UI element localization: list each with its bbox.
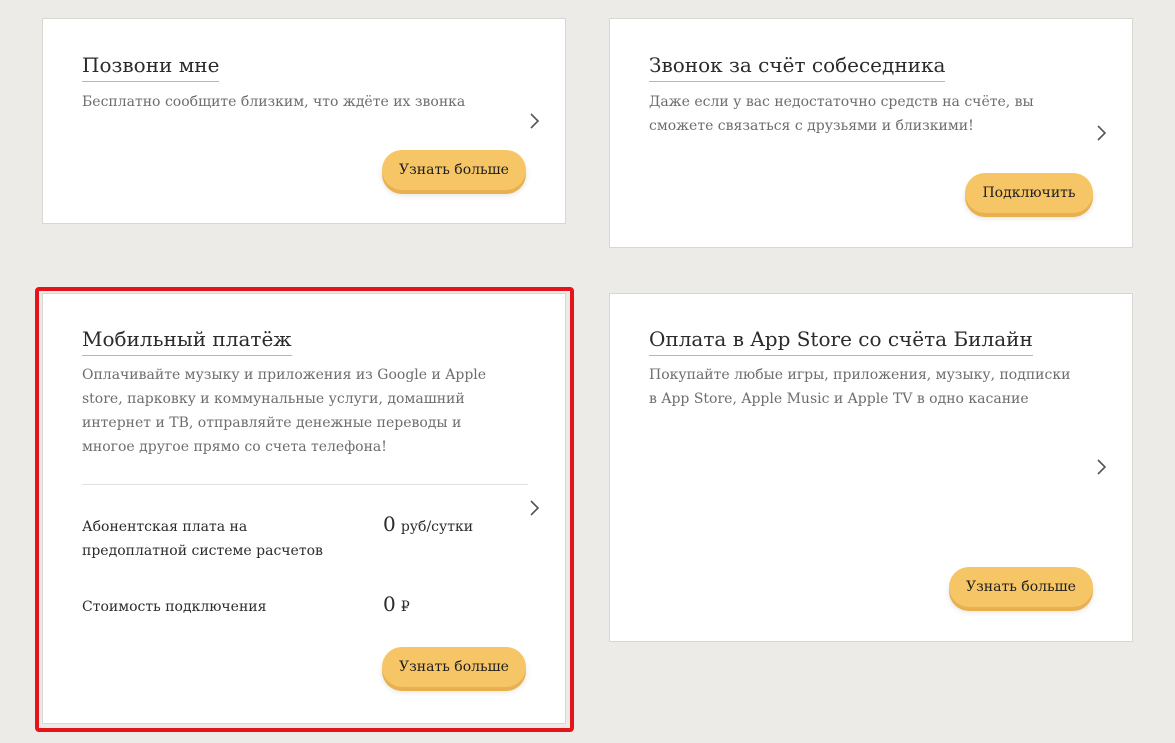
chevron-right-icon[interactable] <box>528 113 540 129</box>
card-description: Даже если у вас недостаточно средств на … <box>649 94 1034 134</box>
card-collect-call[interactable]: Звонок за счёт собеседника Даже если у в… <box>609 18 1133 248</box>
learn-more-button[interactable]: Узнать больше <box>382 150 526 190</box>
connect-button[interactable]: Подключить <box>965 173 1093 213</box>
card-description: Покупайте любые игры, приложения, музыку… <box>649 367 1071 407</box>
chevron-right-icon[interactable] <box>1095 125 1107 141</box>
card-title[interactable]: Звонок за счёт собеседника <box>649 52 946 82</box>
card-call-me[interactable]: Позвони мне Бесплатно сообщите близким, … <box>42 18 566 224</box>
chevron-right-icon[interactable] <box>1095 459 1107 475</box>
card-title[interactable]: Оплата в App Store со счёта Билайн <box>649 326 1033 356</box>
highlight-frame <box>35 287 574 732</box>
learn-more-button[interactable]: Узнать больше <box>949 567 1093 607</box>
card-app-store-payment[interactable]: Оплата в App Store со счёта Билайн Покуп… <box>609 293 1133 642</box>
card-title[interactable]: Позвони мне <box>82 52 220 82</box>
card-description: Бесплатно сообщите близким, что ждёте их… <box>82 94 466 110</box>
